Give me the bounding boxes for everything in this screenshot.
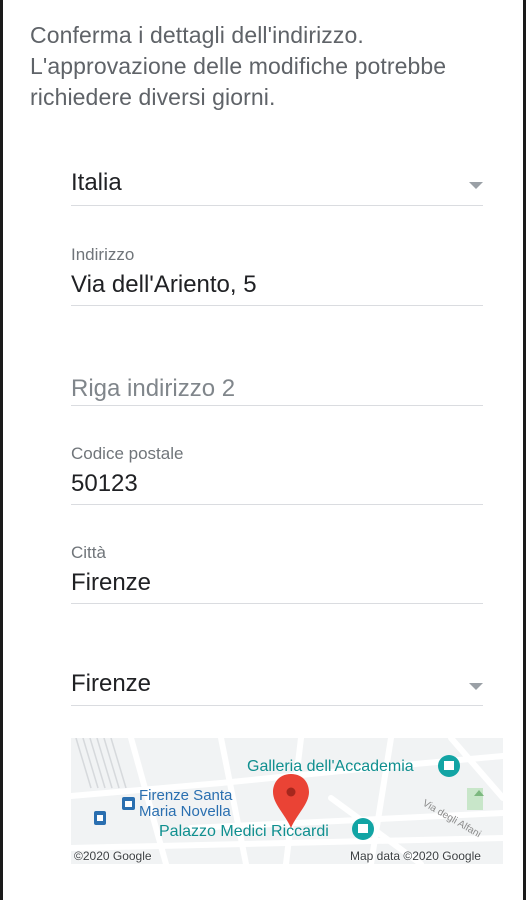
city-value: Firenze [71,569,152,596]
city-field[interactable]: Città Firenze [71,538,483,604]
address-line2-placeholder: Riga indirizzo 2 [71,375,236,402]
postal-code-field[interactable]: Codice postale 50123 [71,439,483,505]
intro-line-3: richiedere diversi giorni. [30,84,276,110]
map-copyright-left: ©2020 Google [74,849,152,863]
address-value: Via dell'Ariento, 5 [71,271,257,298]
map-preview[interactable]: Galleria dell'Accademia Firenze Santa Ma… [71,738,503,864]
province-value: Firenze [71,670,152,697]
city-label: Città [71,543,106,562]
map-copyright-right: Map data ©2020 Google [350,849,481,863]
chevron-down-icon [469,182,483,189]
intro-line-1: Conferma i dettagli dell'indirizzo. [30,22,364,48]
map-poi-station-line2: Maria Novella [139,803,231,820]
country-select[interactable]: Italia [71,160,483,206]
address-label: Indirizzo [71,245,135,264]
address-line2-field[interactable]: Riga indirizzo 2 [71,365,483,406]
app-frame: Conferma i dettagli dell'indirizzo. L'ap… [0,0,526,900]
map-poi-riccardi: Palazzo Medici Riccardi [159,823,329,840]
postal-code-value: 50123 [71,470,138,497]
map-streets [71,738,503,864]
intro-text: Conferma i dettagli dell'indirizzo. L'ap… [30,20,500,113]
address-field[interactable]: Indirizzo Via dell'Ariento, 5 [71,240,483,306]
postal-code-label: Codice postale [71,444,184,463]
map-poi-station-line1: Firenze Santa [139,787,233,804]
country-value: Italia [71,169,122,196]
map-poi-station: Firenze Santa Maria Novella [139,788,232,820]
province-select[interactable]: Firenze [71,660,483,706]
map-poi-accademia: Galleria dell'Accademia [247,758,414,775]
chevron-down-icon [469,683,483,690]
intro-line-2: L'approvazione delle modifiche potrebbe [30,53,447,79]
